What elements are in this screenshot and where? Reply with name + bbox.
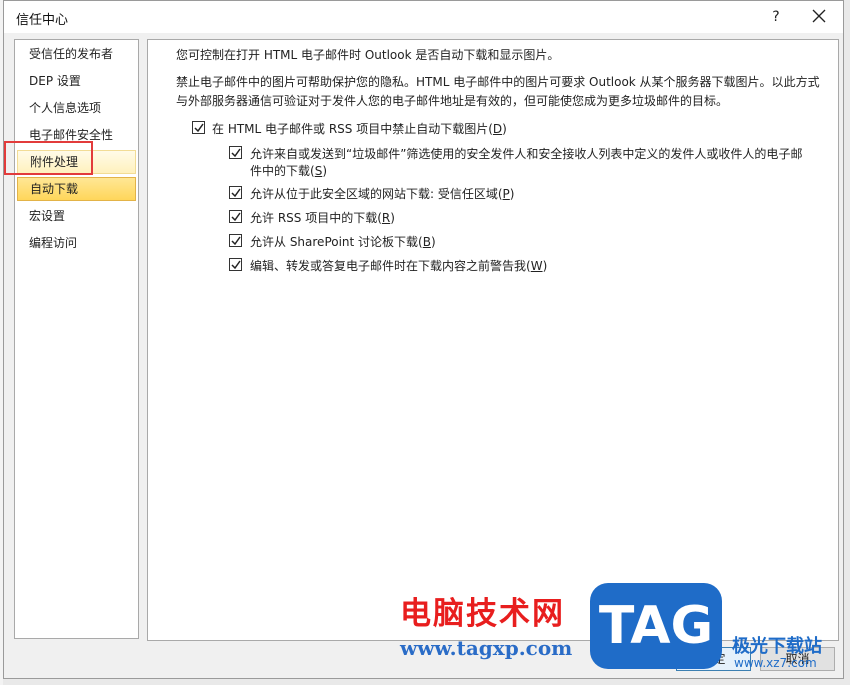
checkmark-icon — [194, 123, 204, 133]
block-images-checkbox[interactable] — [192, 121, 205, 134]
close-icon — [812, 9, 826, 23]
allow-rss-checkbox[interactable] — [229, 210, 242, 223]
description-line-1: 禁止电子邮件中的图片可帮助保护您的隐私。HTML 电子邮件中的图片可要求 Out… — [176, 75, 820, 89]
watermark-url: www.tagxp.com — [400, 636, 573, 660]
warn-before-download-checkbox[interactable] — [229, 258, 242, 271]
title-bar: 信任中心 ? — [4, 1, 843, 33]
sidebar-item-automatic-download[interactable]: 自动下载 — [17, 177, 136, 201]
allow-safe-senders-label-line-2[interactable]: 件中的下载(S) — [250, 162, 327, 179]
help-button[interactable]: ? — [764, 5, 788, 29]
allow-safe-zone-label[interactable]: 允许从位于此安全区域的网站下载: 受信任区域(P) — [250, 185, 514, 202]
checkmark-icon — [231, 188, 241, 198]
allow-safe-senders-checkbox[interactable] — [229, 146, 242, 159]
close-button[interactable] — [804, 3, 834, 31]
checkmark-icon — [231, 148, 241, 158]
sidebar-item-programmatic-access[interactable]: 编程访问 — [17, 231, 136, 255]
checkmark-icon — [231, 260, 241, 270]
sidebar-item-privacy-options[interactable]: 个人信息选项 — [17, 96, 136, 120]
sidebar-item-dep-settings[interactable]: DEP 设置 — [17, 69, 136, 93]
watermark-site-name: 极光下载站 — [732, 636, 822, 657]
allow-rss-label[interactable]: 允许 RSS 项目中的下载(R) — [250, 209, 395, 226]
sidebar-item-trusted-publishers[interactable]: 受信任的发布者 — [17, 42, 136, 66]
watermark-cn-text: 电脑技术网 — [400, 596, 565, 632]
allow-safe-zone-checkbox[interactable] — [229, 186, 242, 199]
checkmark-icon — [231, 236, 241, 246]
dialog-title: 信任中心 — [16, 13, 69, 28]
allow-sharepoint-label[interactable]: 允许从 SharePoint 讨论板下载(B) — [250, 233, 436, 250]
checkmark-icon — [231, 212, 241, 222]
watermark-tag-logo: TAG — [590, 583, 722, 669]
allow-sharepoint-checkbox[interactable] — [229, 234, 242, 247]
annotation-highlight-box — [4, 141, 93, 175]
intro-text: 您可控制在打开 HTML 电子邮件时 Outlook 是否自动下载和显示图片。 — [176, 48, 560, 62]
trust-center-dialog: 信任中心 ? 受信任的发布者 DEP 设置 个人信息选项 电子邮件安全性 附件处… — [3, 0, 844, 679]
warn-before-download-label[interactable]: 编辑、转发或答复电子邮件时在下载内容之前警告我(W) — [250, 257, 547, 274]
category-sidebar: 受信任的发布者 DEP 设置 个人信息选项 电子邮件安全性 附件处理 自动下载 … — [14, 39, 139, 639]
watermark-site-url: www.xz7.com — [734, 656, 817, 670]
allow-safe-senders-label-line-1[interactable]: 允许来自或发送到“垃圾邮件”筛选使用的安全发件人和安全接收人列表中定义的发件人或… — [250, 145, 802, 162]
description-line-2: 与外部服务器通信可验证对于发件人您的电子邮件地址是有效的，但可能使您成为更多垃圾… — [176, 94, 729, 108]
automatic-download-panel: 您可控制在打开 HTML 电子邮件时 Outlook 是否自动下载和显示图片。 … — [147, 39, 839, 641]
sidebar-item-macro-settings[interactable]: 宏设置 — [17, 204, 136, 228]
block-images-label[interactable]: 在 HTML 电子邮件或 RSS 项目中禁止自动下载图片(D) — [212, 120, 507, 137]
